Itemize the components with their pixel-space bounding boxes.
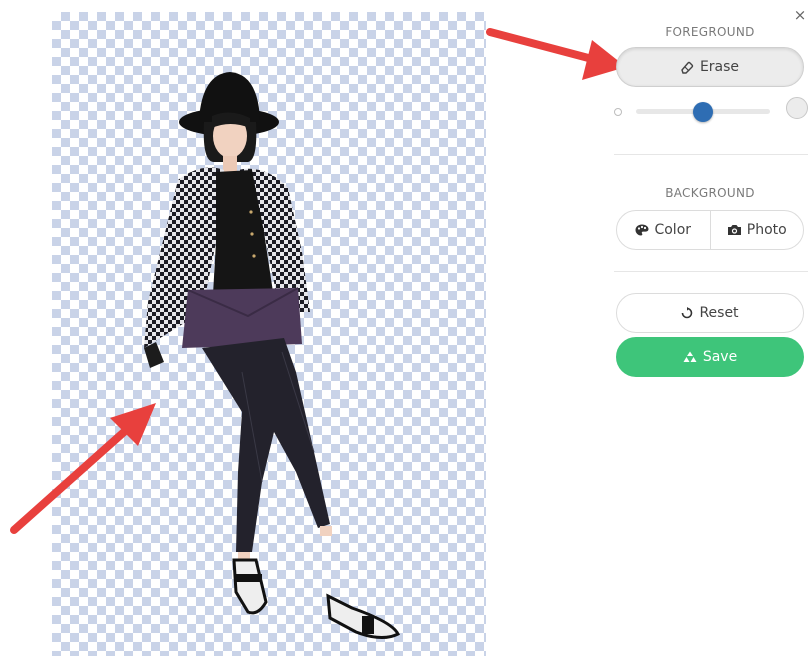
close-icon[interactable]: × [792, 6, 808, 24]
brush-min-icon [614, 108, 622, 116]
save-button[interactable]: Save [616, 337, 804, 377]
brush-size-slider[interactable] [636, 102, 770, 122]
color-label: Color [654, 222, 692, 238]
reset-button[interactable]: Reset [616, 293, 804, 333]
background-options: Color Photo [616, 210, 804, 250]
image-canvas[interactable] [52, 12, 486, 656]
camera-icon [727, 224, 742, 236]
eraser-icon [681, 61, 694, 74]
foreground-title: FOREGROUND [665, 25, 755, 39]
save-icon [683, 351, 697, 363]
arrow-to-erase-icon [486, 28, 626, 80]
divider [614, 154, 808, 155]
background-title: BACKGROUND [665, 186, 755, 200]
erase-label: Erase [699, 59, 740, 75]
palette-icon [635, 224, 649, 236]
cutout-subject [144, 72, 401, 639]
photo-button[interactable]: Photo [709, 211, 804, 249]
divider [614, 271, 808, 272]
save-label: Save [702, 349, 738, 365]
erase-button[interactable]: Erase [616, 47, 804, 87]
color-button[interactable]: Color [617, 211, 710, 249]
reset-label: Reset [699, 305, 739, 321]
reset-icon [681, 307, 693, 319]
photo-label: Photo [746, 222, 787, 238]
slider-thumb[interactable] [693, 102, 713, 122]
brush-max-icon [786, 97, 808, 119]
